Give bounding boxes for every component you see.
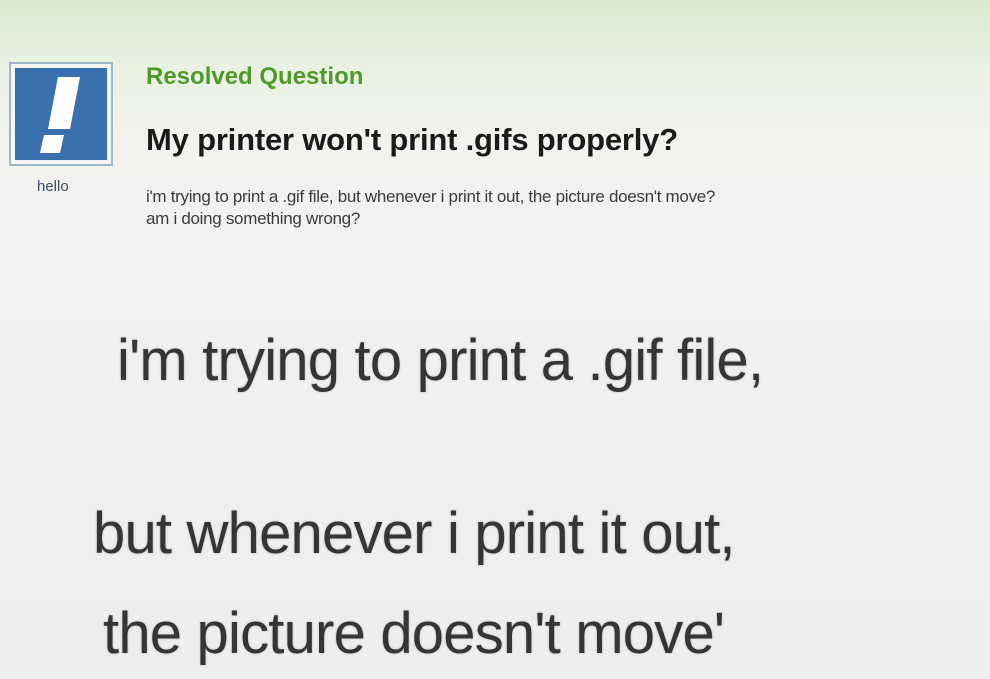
exclamation-icon (40, 77, 80, 153)
avatar-image (15, 68, 107, 160)
zoomed-caption-line: i'm trying to print a .gif file, (117, 328, 764, 393)
avatar[interactable] (9, 62, 113, 166)
zoomed-caption-line: the picture doesn't move' (103, 601, 725, 666)
question-details-line: am i doing something wrong? (146, 209, 360, 228)
username[interactable]: hello (37, 178, 69, 195)
question-status: Resolved Question (146, 63, 364, 90)
question-details-line: i'm trying to print a .gif file, but whe… (146, 187, 716, 206)
question-page: hello Resolved Question My printer won't… (0, 0, 990, 679)
question-details: i'm trying to print a .gif file, but whe… (146, 186, 990, 230)
zoomed-caption-line: but whenever i print it out, (93, 501, 736, 566)
question-title: My printer won't print .gifs properly? (146, 122, 678, 157)
